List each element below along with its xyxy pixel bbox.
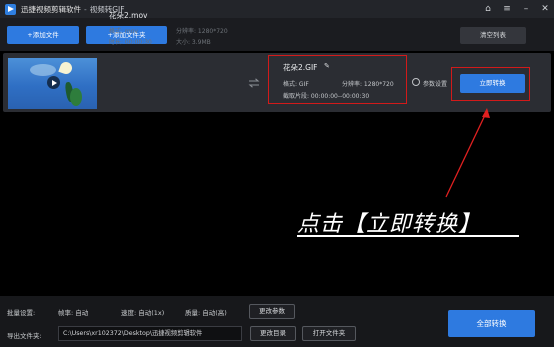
settings-button[interactable]: 参数设置 <box>423 79 447 88</box>
close-icon[interactable]: ✕ <box>540 0 550 18</box>
toolbar: +添加文件 +添加文件夹 清空列表 <box>0 18 554 51</box>
thumbnail-flower <box>58 60 74 76</box>
menu-icon[interactable]: ≡ <box>502 0 512 18</box>
play-icon[interactable] <box>47 76 60 89</box>
callout-underline <box>297 235 519 237</box>
framerate-setting: 帧率: 自动 <box>58 309 89 317</box>
change-params-button[interactable]: 更改参数 <box>249 304 295 319</box>
source-size: 大小: 3.9MB <box>176 39 211 46</box>
quality-setting: 质量: 自动(高) <box>185 309 227 317</box>
export-folder-label: 导出文件夹: <box>7 332 42 340</box>
source-file-name: 花朵2.mov <box>109 11 148 20</box>
title-separator: - <box>84 4 87 14</box>
source-resolution: 分辨率: 1280*720 <box>176 28 228 35</box>
instruction-callout: 点击【立即转换】 <box>297 212 482 237</box>
app-logo-icon <box>5 3 16 15</box>
convert-all-button[interactable]: 全部转换 <box>448 310 535 337</box>
home-icon[interactable]: ⌂ <box>483 0 493 18</box>
change-directory-button[interactable]: 更改目录 <box>250 326 296 341</box>
window-controls: ⌂ ≡ – ✕ <box>483 0 550 18</box>
convert-arrows-icon <box>248 78 260 88</box>
thumbnail-leaf <box>70 88 82 106</box>
output-file-name: 花朵2.GIF <box>283 63 318 72</box>
app-title: 迅捷视频剪辑软件 <box>21 4 81 14</box>
title-bar: 迅捷视频剪辑软件 - 视频转GIF ⌂ ≡ – ✕ <box>0 0 554 18</box>
thumbnail-cloud <box>30 64 56 76</box>
export-path-field[interactable]: C:\Users\xr102372\Desktop\迅捷视频剪辑软件 <box>58 326 242 341</box>
convert-now-button[interactable]: 立即转换 <box>460 74 525 93</box>
source-format: 格式: mov <box>109 28 138 35</box>
batch-settings-label: 批量设置: <box>7 309 36 317</box>
gear-icon[interactable] <box>412 78 420 86</box>
clear-list-button[interactable]: 清空列表 <box>460 27 526 44</box>
add-file-button[interactable]: +添加文件 <box>7 26 79 44</box>
output-format: 格式: GIF <box>283 81 309 88</box>
source-duration: 时长: 00:00:30 <box>109 39 152 46</box>
edit-icon[interactable]: ✎ <box>324 62 331 70</box>
output-resolution: 分辨率: 1280*720 <box>342 81 394 88</box>
open-folder-button[interactable]: 打开文件夹 <box>302 326 356 341</box>
output-clip-range: 截取片段: 00:00:00--00:00:30 <box>283 93 370 100</box>
speed-setting: 速度: 自动(1x) <box>121 309 165 317</box>
minimize-icon[interactable]: – <box>521 0 531 18</box>
video-thumbnail[interactable] <box>8 58 97 109</box>
